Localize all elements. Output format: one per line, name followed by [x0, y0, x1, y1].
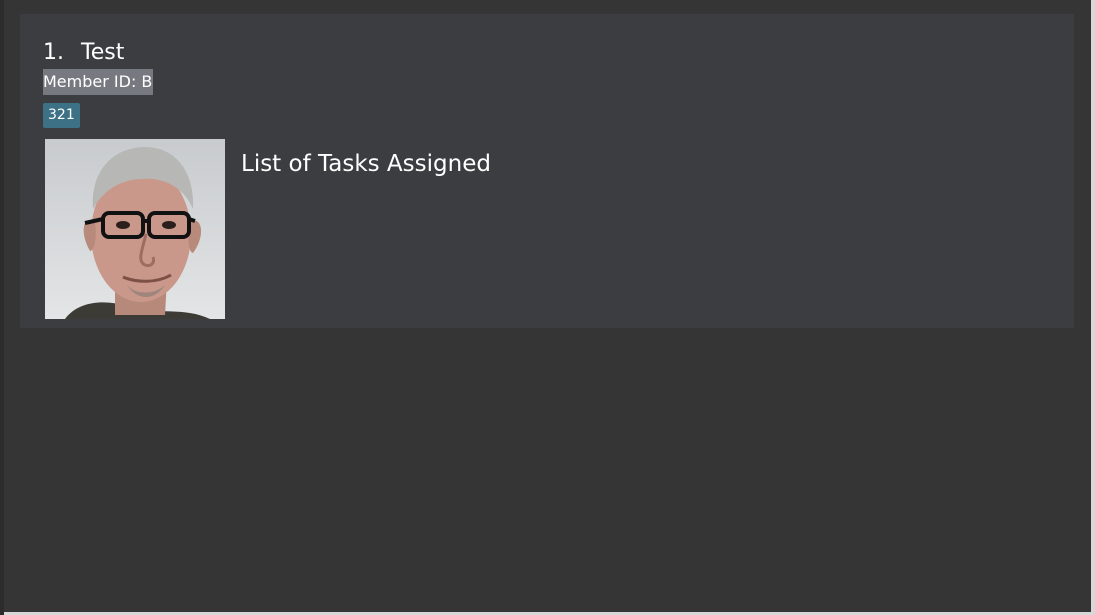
avatar-photo: [45, 139, 225, 319]
app-window: 1. Test Member ID: B 321 List of Tasks A…: [4, 0, 1091, 612]
member-title: 1. Test: [43, 40, 124, 65]
member-id-label: Member ID: B: [43, 69, 154, 95]
avatar: [45, 139, 225, 319]
member-card[interactable]: 1. Test Member ID: B 321 List of Tasks A…: [20, 14, 1074, 328]
member-id-text: Member ID: B: [43, 72, 153, 91]
tasks-heading: List of Tasks Assigned: [241, 151, 491, 177]
member-name: Test: [81, 40, 125, 65]
member-tag: 321: [43, 103, 80, 128]
member-index: 1.: [43, 40, 64, 65]
